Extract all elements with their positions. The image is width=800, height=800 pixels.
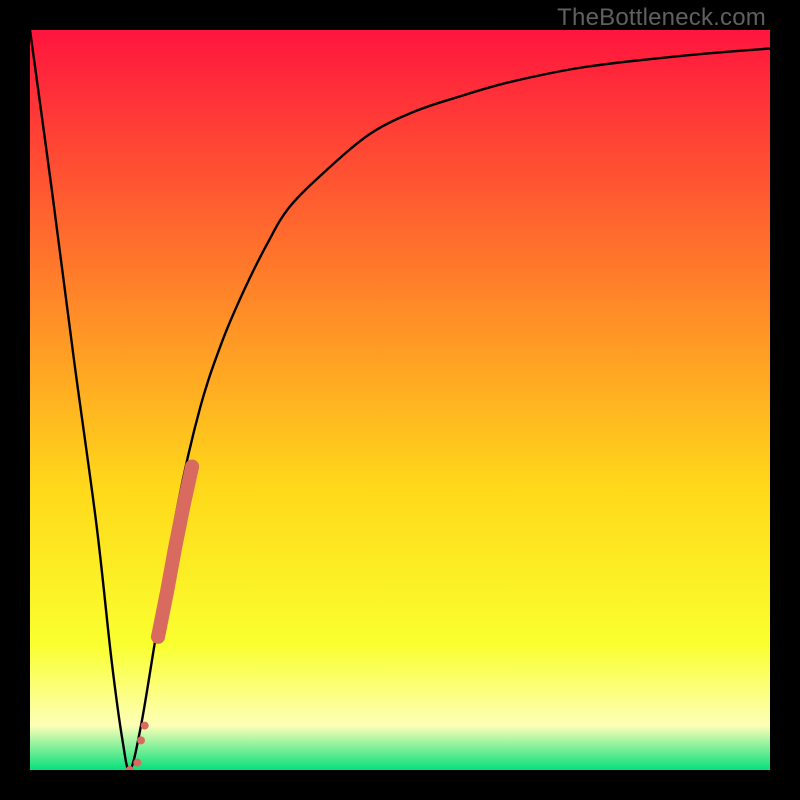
chart-svg [30, 30, 770, 770]
marker-end [151, 630, 165, 644]
watermark-text: TheBottleneck.com [557, 4, 766, 32]
gradient-background [30, 30, 770, 770]
marker-dot [133, 759, 141, 767]
chart-frame: TheBottleneck.com [0, 0, 800, 800]
marker-dot [137, 736, 145, 744]
plot-area [30, 30, 770, 770]
marker-end [185, 460, 199, 474]
marker-dot [141, 722, 149, 730]
